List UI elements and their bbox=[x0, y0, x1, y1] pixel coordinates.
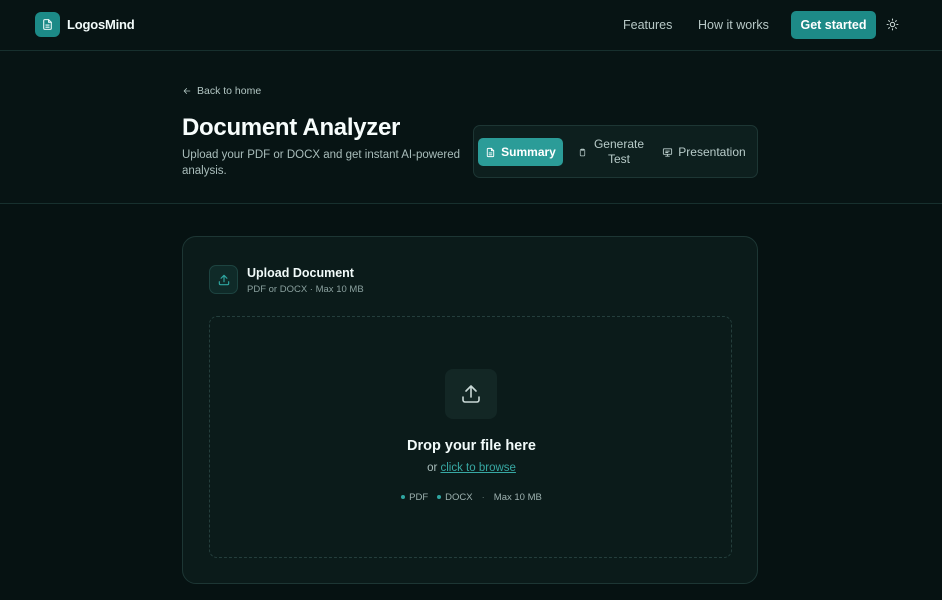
tab-summary-label: Summary bbox=[501, 145, 556, 159]
tab-summary[interactable]: Summary bbox=[478, 138, 563, 166]
browse-link[interactable]: click to browse bbox=[441, 462, 516, 474]
nav-link-features[interactable]: Features bbox=[623, 18, 672, 32]
format-docx: DOCX bbox=[437, 492, 473, 503]
brand-name[interactable]: LogosMind bbox=[67, 17, 135, 32]
back-link[interactable]: Back to home bbox=[182, 85, 261, 97]
dropzone-browse-text: or click to browse bbox=[210, 462, 733, 474]
tab-presentation-label: Presentation bbox=[678, 145, 746, 159]
presentation-icon bbox=[663, 147, 673, 157]
upload-icon bbox=[209, 265, 238, 294]
sun-icon[interactable] bbox=[885, 17, 900, 32]
page-subtitle: Upload your PDF or DOCX and get instant … bbox=[182, 149, 461, 177]
tab-presentation[interactable]: Presentation bbox=[659, 138, 749, 166]
arrow-left-icon bbox=[183, 88, 191, 94]
tab-generate-test-label: Generate Test bbox=[593, 137, 645, 166]
mode-tabs: Summary Generate Test Presentation bbox=[473, 125, 758, 178]
upload-card-title: Upload Document bbox=[247, 266, 354, 280]
clipboard-icon bbox=[579, 148, 586, 156]
max-size-label: Max 10 MB bbox=[493, 492, 542, 503]
format-info: PDF DOCX · Max 10 MB bbox=[210, 492, 733, 503]
upload-icon bbox=[445, 369, 497, 419]
back-link-label: Back to home bbox=[197, 85, 262, 97]
nav-link-how-it-works[interactable]: How it works bbox=[698, 18, 769, 32]
separator: · bbox=[481, 492, 485, 503]
document-icon bbox=[486, 147, 495, 157]
upload-card-subtitle: PDF or DOCX · Max 10 MB bbox=[247, 284, 364, 295]
tab-generate-test[interactable]: Generate Test bbox=[572, 136, 652, 168]
browse-prefix: or bbox=[427, 462, 438, 474]
top-navbar: LogosMind Features How it works Get star… bbox=[0, 0, 942, 51]
get-started-button[interactable]: Get started bbox=[791, 11, 876, 39]
dropzone-title: Drop your file here bbox=[407, 438, 536, 454]
document-icon[interactable] bbox=[35, 12, 60, 37]
page-header: Back to home Document Analyzer Upload yo… bbox=[0, 51, 942, 204]
page-title: Document Analyzer bbox=[182, 114, 401, 141]
format-pdf: PDF bbox=[401, 492, 428, 503]
file-dropzone[interactable]: Drop your file here or click to browse P… bbox=[209, 316, 732, 558]
upload-card: Upload Document PDF or DOCX · Max 10 MB … bbox=[182, 236, 758, 584]
